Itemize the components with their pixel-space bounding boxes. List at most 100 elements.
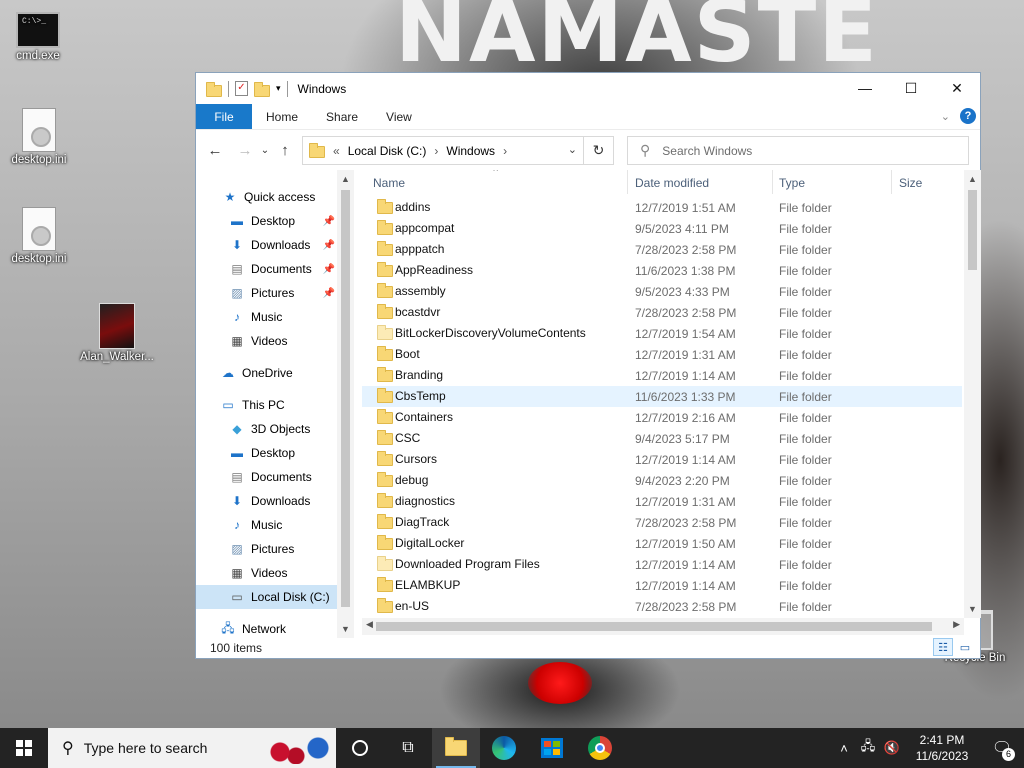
file-name[interactable]: Cursors — [395, 452, 437, 466]
table-row[interactable]: ELAMBKUP 12/7/2019 1:14 AM File folder — [362, 575, 962, 596]
new-folder-icon[interactable] — [254, 81, 270, 97]
tab-file[interactable]: File — [196, 104, 252, 129]
nav-local-disk[interactable]: ▭ Local Disk (C:) — [196, 585, 341, 609]
table-row[interactable]: addins 12/7/2019 1:51 AM File folder — [362, 197, 962, 218]
table-row[interactable]: DiagTrack 7/28/2023 2:58 PM File folder — [362, 512, 962, 533]
file-name[interactable]: apppatch — [395, 242, 444, 256]
clock[interactable]: 2:41 PM 11/6/2023 — [904, 732, 980, 764]
nav-quick-access[interactable]: ★ Quick access — [196, 185, 341, 209]
tab-share[interactable]: Share — [312, 104, 372, 129]
chrome-taskbar-button[interactable] — [576, 728, 624, 768]
horizontal-scrollbar[interactable]: ◀ ▶ — [362, 618, 964, 635]
file-name[interactable]: ELAMBKUP — [395, 578, 460, 592]
file-name[interactable]: bcastdvr — [395, 305, 440, 319]
scroll-up-icon[interactable]: ▲ — [964, 174, 981, 184]
nav-quick-desktop[interactable]: ▬ Desktop 📌 — [196, 209, 341, 233]
forward-arrow-icon[interactable]: → — [233, 142, 257, 159]
scroll-right-icon[interactable]: ▶ — [953, 619, 960, 630]
table-row[interactable]: en-US 7/28/2023 2:58 PM File folder — [362, 596, 962, 617]
search-box[interactable]: ⚲ Search Windows — [627, 136, 969, 165]
breadcrumb-local-disk[interactable]: Local Disk (C:) — [348, 144, 427, 158]
breadcrumb-overflow[interactable]: « — [333, 144, 340, 158]
breadcrumb-separator[interactable]: › — [503, 144, 507, 158]
minimize-button[interactable]: — — [842, 73, 888, 103]
refresh-icon[interactable]: ↻ — [583, 137, 613, 164]
file-name[interactable]: addins — [395, 200, 430, 214]
nav-pane-scrollbar[interactable]: ▲ ▼ — [337, 170, 354, 638]
properties-icon[interactable]: ✓ — [235, 81, 248, 96]
file-name[interactable]: Downloaded Program Files — [395, 557, 540, 571]
file-name[interactable]: debug — [395, 473, 428, 487]
file-name[interactable]: DiagTrack — [395, 515, 449, 529]
edge-taskbar-button[interactable] — [480, 728, 528, 768]
breadcrumb-windows[interactable]: Windows — [446, 144, 495, 158]
file-name[interactable]: AppReadiness — [395, 263, 473, 277]
up-arrow-icon[interactable]: ↑ — [273, 142, 297, 159]
nav-quick-pictures[interactable]: ▨ Pictures 📌 — [196, 281, 341, 305]
table-row[interactable]: debug 9/4/2023 2:20 PM File folder — [362, 470, 962, 491]
scroll-thumb[interactable] — [376, 622, 932, 631]
column-size[interactable]: Size — [899, 176, 922, 190]
start-button[interactable] — [0, 728, 48, 768]
nav-this-pc[interactable]: ▭ This PC — [196, 393, 341, 417]
customize-toolbar-icon[interactable]: ▾ — [276, 83, 281, 94]
scroll-down-icon[interactable]: ▼ — [337, 624, 354, 634]
table-row[interactable]: DigitalLocker 12/7/2019 1:50 AM File folde… — [362, 533, 962, 554]
show-hidden-icons-icon[interactable]: ˄ — [832, 741, 856, 756]
column-date-modified[interactable]: Date modified — [635, 176, 709, 190]
scroll-left-icon[interactable]: ◀ — [366, 619, 373, 630]
table-row[interactable]: diagnostics 12/7/2019 1:31 AM File folder — [362, 491, 962, 512]
cortana-button[interactable] — [336, 728, 384, 768]
large-icons-view-icon[interactable]: ▭ — [955, 638, 975, 656]
table-row[interactable]: Containers 12/7/2019 2:16 AM File folder — [362, 407, 962, 428]
notification-center-button[interactable]: 🗨 6 — [980, 728, 1024, 768]
taskbar-search-input[interactable]: Type here to search — [84, 740, 208, 756]
nav-quick-music[interactable]: ♪ Music — [196, 305, 341, 329]
close-button[interactable]: ✕ — [934, 73, 980, 103]
breadcrumb-separator[interactable]: › — [434, 144, 438, 158]
table-row[interactable]: bcastdvr 7/28/2023 2:58 PM File folder — [362, 302, 962, 323]
nav-quick-videos[interactable]: ▦ Videos — [196, 329, 341, 353]
taskbar-search[interactable]: ⚲ Type here to search — [48, 728, 336, 768]
nav-pc-documents[interactable]: ▤ Documents — [196, 465, 341, 489]
nav-quick-downloads[interactable]: ⬇ Downloads 📌 — [196, 233, 341, 257]
nav-quick-documents[interactable]: ▤ Documents 📌 — [196, 257, 341, 281]
file-name[interactable]: en-US — [395, 599, 429, 613]
desktop-icon-alan-walker[interactable]: Alan_Walker... — [72, 303, 162, 363]
file-name[interactable]: Boot — [395, 347, 420, 361]
table-row[interactable]: CbsTemp 11/6/2023 1:33 PM File folder — [362, 386, 962, 407]
tab-home[interactable]: Home — [252, 104, 312, 129]
file-name[interactable]: Containers — [395, 410, 453, 424]
nav-pc-music[interactable]: ♪ Music — [196, 513, 341, 537]
search-input[interactable]: Search Windows — [662, 144, 752, 158]
title-bar[interactable]: ✓ ▾ Windows — ☐ ✕ — [196, 73, 980, 104]
file-name[interactable]: CbsTemp — [395, 389, 446, 403]
nav-pc-desktop[interactable]: ▬ Desktop — [196, 441, 341, 465]
network-icon[interactable]: 🖧 — [856, 737, 880, 759]
table-row[interactable]: assembly 9/5/2023 4:33 PM File folder — [362, 281, 962, 302]
scroll-thumb[interactable] — [968, 190, 977, 270]
file-explorer-taskbar-button[interactable] — [432, 728, 480, 768]
file-name[interactable]: diagnostics — [395, 494, 455, 508]
recent-locations-icon[interactable]: ⌄ — [257, 145, 273, 156]
table-row[interactable]: AppReadiness 11/6/2023 1:38 PM File folder — [362, 260, 962, 281]
file-name[interactable]: DigitalLocker — [395, 536, 464, 550]
volume-muted-icon[interactable]: 🔇 — [880, 740, 904, 756]
scroll-up-icon[interactable]: ▲ — [337, 174, 354, 184]
maximize-button[interactable]: ☐ — [888, 73, 934, 103]
table-row[interactable]: Cursors 12/7/2019 1:14 AM File folder — [362, 449, 962, 470]
nav-3d-objects[interactable]: ◆ 3D Objects — [196, 417, 341, 441]
table-row[interactable]: Branding 12/7/2019 1:14 AM File folder — [362, 365, 962, 386]
column-divider[interactable] — [772, 170, 773, 194]
nav-pc-pictures[interactable]: ▨ Pictures — [196, 537, 341, 561]
table-row[interactable]: BitLockerDiscoveryVolumeContents 12/7/201… — [362, 323, 962, 344]
address-bar[interactable]: « Local Disk (C:) › Windows › ⌄ ↻ — [302, 136, 614, 165]
store-taskbar-button[interactable] — [528, 728, 576, 768]
nav-pc-videos[interactable]: ▦ Videos — [196, 561, 341, 585]
details-view-icon[interactable]: ☷ — [933, 638, 953, 656]
file-name[interactable]: BitLockerDiscoveryVolumeContents — [395, 326, 586, 340]
desktop-icon-desktop-ini-2[interactable]: desktop.ini — [0, 207, 84, 265]
task-view-button[interactable]: ⧉ — [384, 728, 432, 768]
file-list-scrollbar[interactable]: ▲ ▼ — [964, 170, 981, 618]
desktop-icon-desktop-ini[interactable]: desktop.ini — [0, 108, 84, 166]
